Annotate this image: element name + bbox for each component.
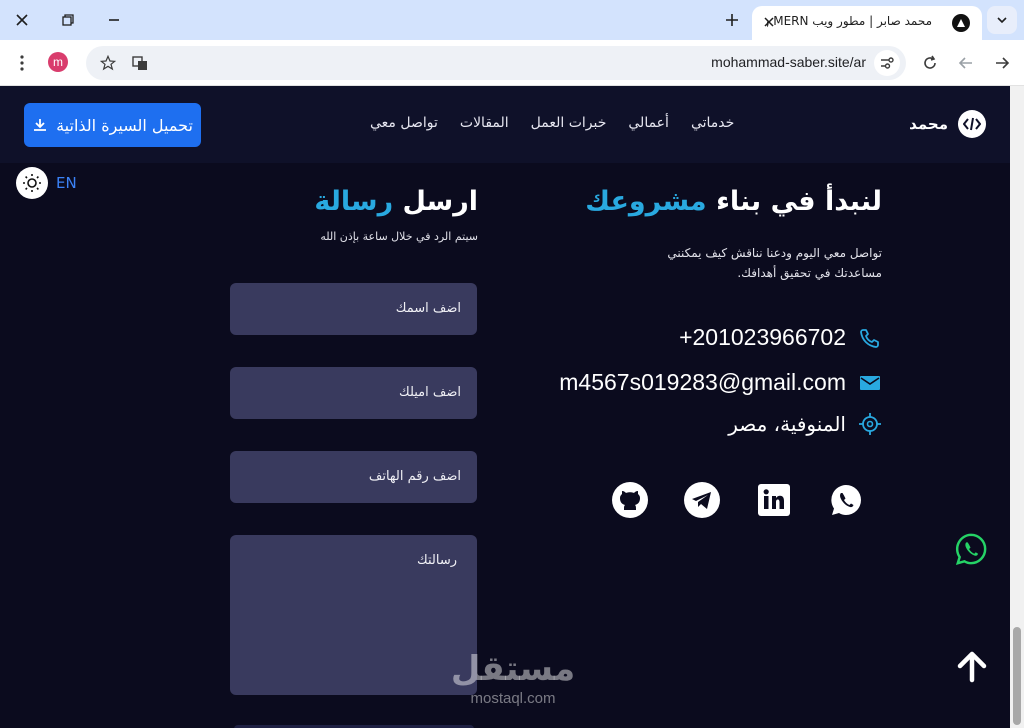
watermark-arabic: مستقل xyxy=(450,649,576,689)
site-favicon xyxy=(952,14,970,32)
language-toggle[interactable]: EN xyxy=(56,174,77,192)
contact-title-accent: مشروعك xyxy=(585,186,707,217)
page-content: تحميل السيرة الذاتية خدماتي أعمالي خبرات… xyxy=(0,86,1010,728)
scrollbar-thumb[interactable] xyxy=(1013,627,1021,725)
brand-name: محمد xyxy=(909,115,948,133)
linkedin-icon[interactable] xyxy=(756,482,792,518)
download-cv-label: تحميل السيرة الذاتية xyxy=(56,115,193,135)
reload-icon[interactable] xyxy=(916,49,944,77)
phone-placeholder: اضف رقم الهاتف xyxy=(368,469,461,484)
email-row[interactable]: m4567s019283@gmail.com xyxy=(559,369,882,396)
site-navbar: تحميل السيرة الذاتية خدماتي أعمالي خبرات… xyxy=(0,86,1010,163)
form-title: ارسل رسالة xyxy=(314,186,478,217)
email-placeholder: اضف اميلك xyxy=(399,385,461,400)
browser-menu-icon[interactable] xyxy=(8,49,36,77)
bookmark-star-icon[interactable] xyxy=(94,49,122,77)
nav-link-works[interactable]: أعمالي xyxy=(628,115,669,131)
brand[interactable]: محمد xyxy=(909,110,986,138)
github-icon[interactable] xyxy=(612,482,648,518)
name-input[interactable]: اضف اسمك xyxy=(230,283,477,335)
form-subtitle: سيتم الرد في خلال ساعة بإذن الله xyxy=(320,230,478,243)
download-cv-button[interactable]: تحميل السيرة الذاتية xyxy=(24,103,201,147)
browser-tab[interactable]: محمد صابر | مطور ويب MERN و xyxy=(752,6,982,40)
address-bar[interactable]: mohammad-saber.site/ar xyxy=(86,46,906,80)
message-textarea[interactable]: رسالتك xyxy=(230,535,477,695)
tab-search-icon[interactable] xyxy=(987,6,1017,34)
email-input[interactable]: اضف اميلك xyxy=(230,367,477,419)
telegram-icon[interactable] xyxy=(684,482,720,518)
social-links xyxy=(612,482,864,518)
mostaql-watermark: مستقل mostaql.com xyxy=(448,652,578,707)
translate-icon[interactable] xyxy=(126,49,154,77)
nav-link-articles[interactable]: المقالات xyxy=(460,115,509,131)
form-title-prefix: ارسل xyxy=(402,186,478,217)
forward-icon[interactable] xyxy=(988,49,1016,77)
nav-links: خدماتي أعمالي خبرات العمل المقالات تواصل… xyxy=(370,115,734,131)
whatsapp-icon[interactable] xyxy=(828,482,864,518)
site-settings-icon[interactable] xyxy=(874,50,900,76)
nav-link-services[interactable]: خدماتي xyxy=(691,115,734,131)
phone-row[interactable]: +201023966702 xyxy=(679,324,882,351)
sun-icon xyxy=(23,174,41,192)
contact-title-prefix: لنبدأ في بناء xyxy=(716,186,882,217)
form-title-accent: رسالة xyxy=(314,186,394,217)
download-icon xyxy=(34,119,47,131)
page-scrollbar[interactable] xyxy=(1010,86,1024,728)
code-logo-icon xyxy=(958,110,986,138)
phone-number: +201023966702 xyxy=(679,324,846,350)
phone-input[interactable]: اضف رقم الهاتف xyxy=(230,451,477,503)
url-text: mohammad-saber.site/ar xyxy=(711,54,866,70)
profile-avatar[interactable]: m xyxy=(48,52,68,72)
restore-window-icon[interactable] xyxy=(54,6,82,34)
contact-title: لنبدأ في بناء مشروعك xyxy=(585,186,882,217)
email-icon xyxy=(860,375,880,390)
location-row: المنوفية، مصر xyxy=(728,412,882,436)
nav-link-contact[interactable]: تواصل معي xyxy=(370,115,438,131)
browser-toolbar: m mohammad-saber.site/ar xyxy=(0,40,1024,86)
scroll-to-top-icon[interactable] xyxy=(952,646,992,686)
name-placeholder: اضف اسمك xyxy=(395,301,461,316)
contact-description: تواصل معي اليوم ودعنا نناقش كيف يمكنني م… xyxy=(667,246,882,280)
crosshair-icon xyxy=(859,413,881,435)
tab-title: محمد صابر | مطور ويب MERN و xyxy=(767,14,932,28)
browser-tab-bar: محمد صابر | مطور ويب MERN و xyxy=(0,0,1024,40)
new-tab-icon[interactable] xyxy=(718,6,746,34)
minimize-window-icon[interactable] xyxy=(100,6,128,34)
back-icon[interactable] xyxy=(952,49,980,77)
location-text: المنوفية، مصر xyxy=(728,412,846,436)
theme-toggle-button[interactable] xyxy=(16,167,48,199)
close-window-icon[interactable] xyxy=(8,6,36,34)
nav-link-experience[interactable]: خبرات العمل xyxy=(531,115,607,131)
message-placeholder: رسالتك xyxy=(417,553,457,568)
floating-whatsapp-icon[interactable] xyxy=(952,530,990,568)
email-address: m4567s019283@gmail.com xyxy=(559,369,846,395)
phone-icon xyxy=(860,328,879,348)
watermark-latin: mostaql.com xyxy=(470,690,556,707)
